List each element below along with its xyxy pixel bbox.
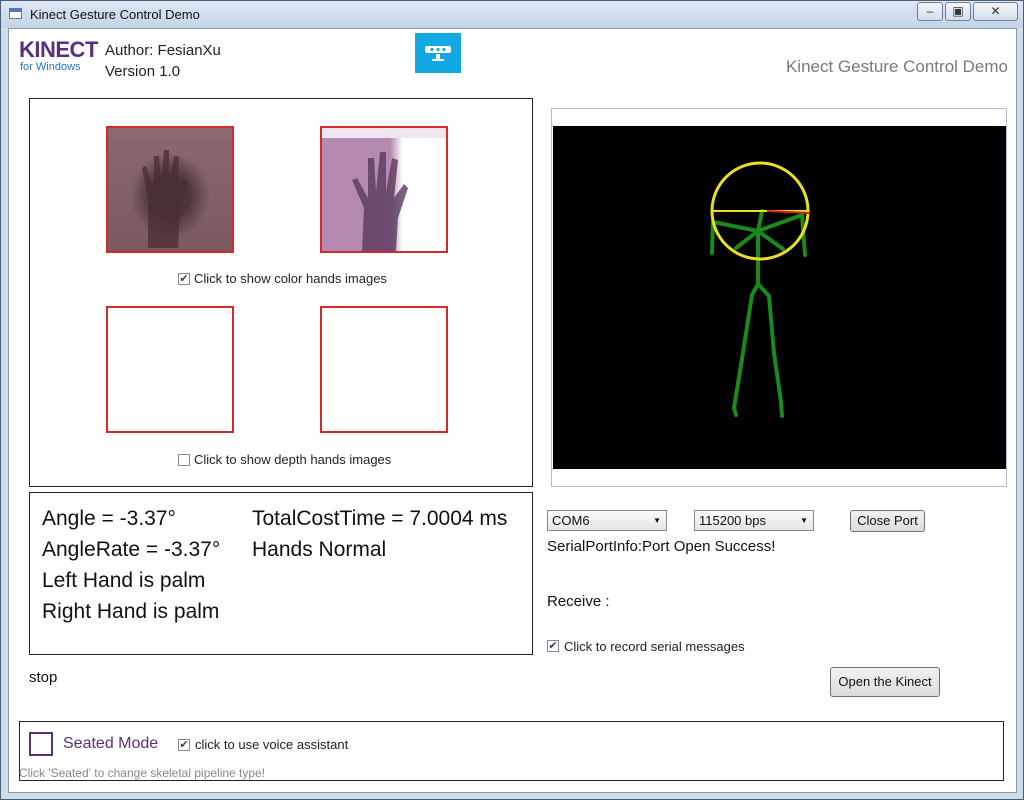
right-hand-state: Right Hand is palm: [42, 600, 220, 623]
window-title: Kinect Gesture Control Demo: [30, 7, 200, 22]
open-kinect-button[interactable]: Open the Kinect: [830, 667, 940, 697]
title-bar: Kinect Gesture Control Demo ‒ ▣ ✕: [1, 1, 1023, 28]
kinect-sensor-icon: [415, 33, 461, 73]
author-label: Author: FesianXu: [105, 42, 221, 59]
color-hands-checkbox-label: Click to show color hands images: [194, 271, 387, 286]
kinect-logo-subtext: for Windows: [20, 61, 81, 73]
client-area: KINECT for Windows Author: FesianXu Vers…: [8, 28, 1017, 793]
angle-readout: Angle = -3.37°: [42, 507, 176, 530]
depth-right-hand-image: [320, 306, 448, 433]
seated-hint: Click 'Seated' to change skeletal pipeli…: [19, 766, 266, 780]
angle-rate-readout: AngleRate = -3.37°: [42, 538, 221, 561]
close-window-button[interactable]: ✕: [973, 2, 1018, 21]
kinect-logo-text: KINECT: [19, 37, 98, 62]
record-serial-checkbox[interactable]: ✔: [547, 640, 559, 652]
close-port-button[interactable]: Close Port: [850, 510, 925, 532]
color-hands-checkbox[interactable]: ✔: [178, 273, 190, 285]
voice-assistant-label: click to use voice assistant: [195, 737, 349, 752]
version-label: Version 1.0: [105, 63, 181, 80]
color-left-hand-image: [106, 126, 234, 253]
skeleton-canvas: [553, 126, 1006, 469]
chevron-down-icon: ▼: [800, 516, 808, 525]
color-right-hand-image: [320, 126, 448, 253]
maximize-button[interactable]: ▣: [945, 2, 971, 21]
minimize-button[interactable]: ‒: [917, 2, 943, 21]
port-select[interactable]: COM6 ▼: [547, 510, 667, 531]
seated-mode-checkbox[interactable]: [29, 732, 53, 756]
port-select-value: COM6: [552, 513, 590, 528]
serial-port-info: SerialPortInfo:Port Open Success!: [547, 538, 776, 555]
hands-panel: ✔ Click to show color hands images Click…: [29, 98, 533, 487]
baud-select[interactable]: 115200 bps ▼: [694, 510, 814, 531]
left-hand-state: Left Hand is palm: [42, 569, 206, 592]
stats-panel: Angle = -3.37° TotalCostTime = 7.0004 ms…: [29, 492, 533, 655]
voice-assistant-checkbox[interactable]: ✔: [178, 739, 190, 751]
chevron-down-icon: ▼: [653, 516, 661, 525]
depth-hands-checkbox-label: Click to show depth hands images: [194, 452, 392, 467]
app-title: Kinect Gesture Control Demo: [785, 57, 1008, 76]
kinect-logo: KINECT for Windows: [19, 37, 98, 74]
status-text: stop: [29, 669, 58, 686]
footer-panel: Seated Mode ✔ click to use voice assista…: [19, 721, 1004, 781]
baud-select-value: 115200 bps: [699, 513, 766, 528]
hands-status-readout: Hands Normal: [252, 538, 387, 561]
receive-label: Receive :: [547, 593, 610, 610]
depth-left-hand-image: [106, 306, 234, 433]
record-serial-checkbox-label: Click to record serial messages: [564, 639, 745, 654]
seated-mode-label[interactable]: Seated Mode: [63, 735, 158, 753]
app-window: Kinect Gesture Control Demo ‒ ▣ ✕ KINECT…: [0, 0, 1024, 800]
app-window-icon: [9, 8, 22, 19]
total-cost-readout: TotalCostTime = 7.0004 ms: [252, 507, 508, 530]
depth-hands-checkbox[interactable]: [178, 454, 190, 466]
skeleton-view: [551, 108, 1007, 487]
